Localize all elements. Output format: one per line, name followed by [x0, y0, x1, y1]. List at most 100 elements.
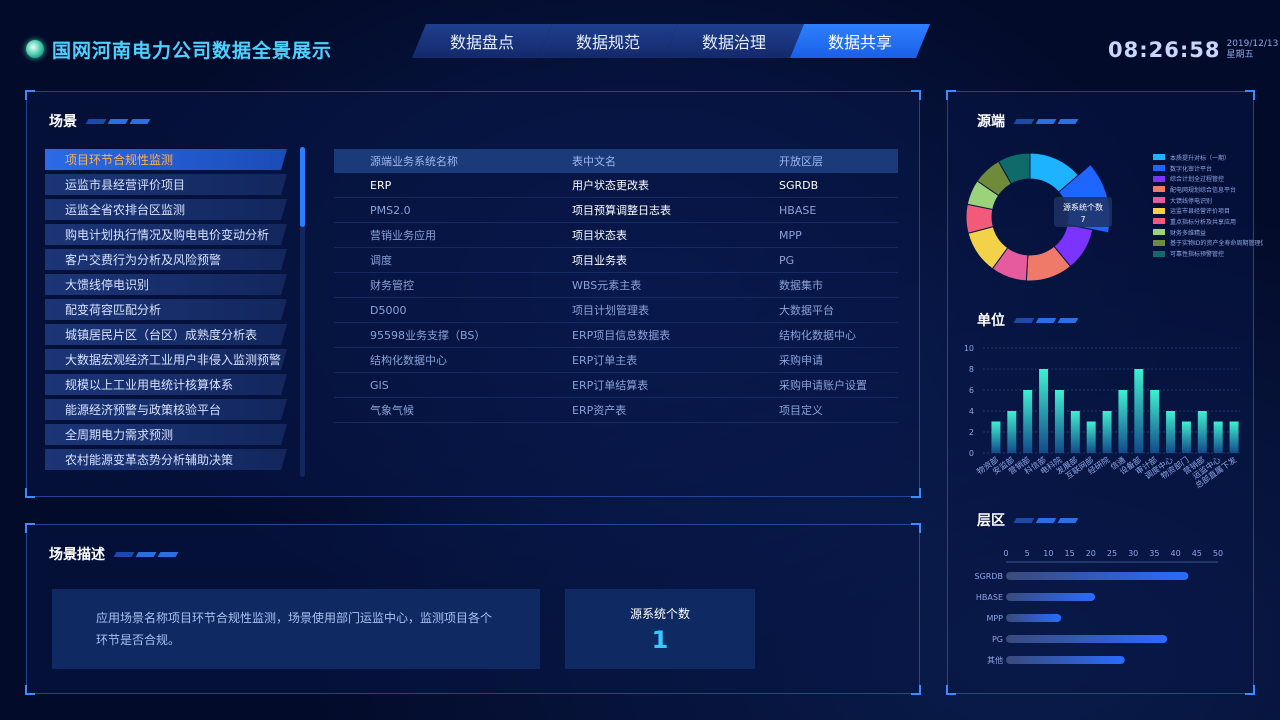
x-tick-label: 45 — [1192, 549, 1202, 558]
layer-bar[interactable] — [1006, 593, 1096, 601]
scene-list-item[interactable]: 全周期电力需求预测 — [45, 424, 287, 445]
legend-item[interactable]: 大馈线停电识别 — [1153, 195, 1263, 206]
scene-list-item[interactable]: 农村能源变革态势分析辅助决策 — [45, 449, 287, 470]
unit-bar[interactable] — [1054, 390, 1064, 453]
unit-bar[interactable] — [1229, 421, 1239, 454]
tab-data-governance[interactable]: 数据治理 — [664, 24, 804, 58]
unit-bar[interactable] — [1086, 421, 1096, 454]
unit-bar[interactable] — [1213, 421, 1223, 454]
x-tick-label: 35 — [1149, 549, 1159, 558]
cell-open-layer: MPP — [743, 223, 898, 248]
layer-bar[interactable] — [1006, 572, 1189, 580]
unit-bar[interactable] — [1007, 411, 1017, 453]
table-row[interactable]: ERP 用户状态更改表 SGRDB — [334, 173, 898, 198]
layer-bar[interactable] — [1006, 635, 1168, 643]
source-count-card: 源系统个数 1 — [565, 589, 755, 669]
table-body: ERP 用户状态更改表 SGRDB PMS2.0 项目预算调整日志表 HBASE 营销业务应… — [334, 173, 898, 423]
unit-bar[interactable] — [1118, 390, 1128, 453]
table-row[interactable]: 结构化数据中心 ERP订单主表 采购申请 — [334, 348, 898, 373]
legend-item[interactable]: 配电网规划综合信息平台 — [1153, 184, 1263, 195]
table-row[interactable]: GIS ERP订单结算表 采购申请账户设置 — [334, 373, 898, 398]
scene-list-item[interactable]: 客户交费行为分析及风险预警 — [45, 249, 287, 270]
scene-list-item[interactable]: 配变荷容匹配分析 — [45, 299, 287, 320]
table-row[interactable]: 气象气候 ERP资产表 项目定义 — [334, 398, 898, 423]
cell-table-name: 项目预算调整日志表 — [536, 198, 743, 223]
scene-panel-title: 场景 — [49, 114, 77, 130]
unit-bar[interactable] — [1181, 421, 1191, 454]
table-row[interactable]: PMS2.0 项目预算调整日志表 HBASE — [334, 198, 898, 223]
scene-panel-header: 场景 — [49, 111, 151, 131]
legend-item[interactable]: 本质提升对标（一期） — [1153, 152, 1263, 163]
table-header: 源端业务系统名称 表中文名 开放区层 — [334, 149, 898, 173]
clock-date: 2019/12/13 — [1226, 39, 1279, 49]
table-row[interactable]: D5000 项目计划管理表 大数据平台 — [334, 298, 898, 323]
legend-item[interactable]: 基于实物ID的资产全寿命周期管理信息 — [1153, 238, 1263, 249]
tab-data-standard[interactable]: 数据规范 — [538, 24, 678, 58]
title-decoration-icon — [1013, 517, 1079, 523]
source-count-value: 1 — [651, 625, 669, 654]
legend-item[interactable]: 财务多维精益 — [1153, 227, 1263, 238]
description-panel: 场景描述 应用场景名称项目环节合规性监测，场景使用部门运监中心，监测项目各个 环… — [25, 523, 921, 695]
unit-bar[interactable] — [1150, 390, 1160, 453]
legend-item[interactable]: 综合计划全过程管控 — [1153, 173, 1263, 184]
legend-label: 运监市县经营评价项目 — [1170, 208, 1231, 216]
scene-list-item[interactable]: 购电计划执行情况及购电电价变动分析 — [45, 224, 287, 245]
legend-item[interactable]: 可靠性指标预警管控 — [1153, 248, 1263, 259]
scene-list-item[interactable]: 运监市县经营评价项目 — [45, 174, 287, 195]
unit-bar-chart: 0246810物资部安监部营销部科信部电科院发展部互联网部经研院信通设备部审计部… — [964, 344, 1240, 490]
clock: 08:26:58 2019/12/13 星期五 — [1108, 38, 1278, 62]
cell-table-name: 项目计划管理表 — [536, 298, 743, 323]
scene-list-item[interactable]: 大数据宏观经济工业用户非侵入监测预警 — [45, 349, 287, 370]
unit-panel-title: 单位 — [977, 313, 1005, 329]
scene-list-item[interactable]: 能源经济预警与政策核验平台 — [45, 399, 287, 420]
unit-bar[interactable] — [1102, 411, 1112, 453]
unit-bar[interactable] — [1166, 411, 1176, 453]
cell-source-system: 结构化数据中心 — [334, 348, 536, 373]
layer-bar[interactable] — [1006, 614, 1062, 622]
scrollbar-thumb[interactable] — [300, 147, 305, 227]
scene-list-item[interactable]: 项目环节合规性监测 — [45, 149, 287, 170]
legend-swatch-icon — [1153, 197, 1165, 204]
legend-label: 综合计划全过程管控 — [1170, 176, 1225, 184]
clock-time: 08:26:58 — [1108, 38, 1221, 62]
cell-open-layer: HBASE — [743, 198, 898, 223]
legend-item[interactable]: 重点指标分析及共享应用 — [1153, 216, 1263, 227]
y-tick-label: HBASE — [976, 593, 1003, 602]
table-row[interactable]: 财务管控 WBS元素主表 数据集市 — [334, 273, 898, 298]
tab-data-sharing[interactable]: 数据共享 — [790, 24, 930, 58]
unit-bar[interactable] — [1134, 369, 1144, 453]
scene-list-item[interactable]: 运监全省农排台区监测 — [45, 199, 287, 220]
legend-label: 基于实物ID的资产全寿命周期管理信息 — [1170, 240, 1263, 248]
title-decoration-icon — [113, 551, 179, 557]
unit-bar[interactable] — [991, 421, 1001, 454]
cell-source-system: PMS2.0 — [334, 198, 536, 223]
scene-list-item[interactable]: 规模以上工业用电统计核算体系 — [45, 374, 287, 395]
scene-list-item[interactable]: 大馈线停电识别 — [45, 274, 287, 295]
source-panel-title: 源端 — [977, 114, 1005, 130]
unit-bar[interactable] — [1070, 411, 1080, 453]
table-row[interactable]: 调度 项目业务表 PG — [334, 248, 898, 273]
layer-bar[interactable] — [1006, 656, 1125, 664]
table-row[interactable]: 营销业务应用 项目状态表 MPP — [334, 223, 898, 248]
column-header-source-system: 源端业务系统名称 — [370, 155, 458, 168]
legend-swatch-icon — [1153, 250, 1165, 257]
cell-table-name: 项目状态表 — [536, 223, 743, 248]
y-tick-label: MPP — [986, 614, 1003, 623]
tab-data-inventory[interactable]: 数据盘点 — [412, 24, 552, 58]
cell-table-name: 用户状态更改表 — [536, 173, 743, 198]
legend-item[interactable]: 运监市县经营评价项目 — [1153, 205, 1263, 216]
y-tick-label: 10 — [964, 344, 974, 353]
unit-bar[interactable] — [1039, 369, 1049, 453]
x-tick-label: 40 — [1171, 549, 1181, 558]
title-decoration-icon — [1013, 118, 1079, 124]
table-row[interactable]: 95598业务支撑（BS） ERP项目信息数据表 结构化数据中心 — [334, 323, 898, 348]
clock-date-block: 2019/12/13 星期五 — [1226, 39, 1278, 61]
scene-list-item[interactable]: 城镇居民片区（台区）成熟度分析表 — [45, 324, 287, 345]
unit-bar[interactable] — [1023, 390, 1033, 453]
scene-list-scrollbar[interactable] — [300, 147, 305, 477]
unit-bar[interactable] — [1197, 411, 1207, 453]
cell-open-layer: 大数据平台 — [743, 298, 898, 323]
legend-swatch-icon — [1153, 218, 1165, 225]
source-table: 源端业务系统名称 表中文名 开放区层 ERP 用户状态更改表 SGRDB PMS2.0… — [334, 149, 898, 423]
legend-item[interactable]: 数字化审计平台 — [1153, 163, 1263, 174]
